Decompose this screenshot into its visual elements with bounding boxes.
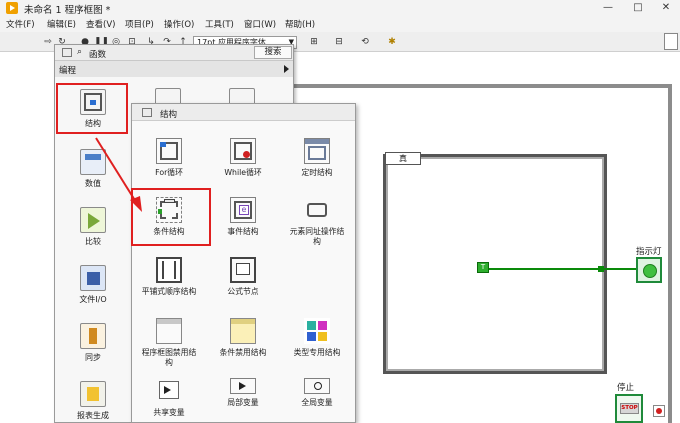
- minimize-button[interactable]: —: [594, 0, 622, 17]
- structure-item-local-variable[interactable]: 局部变量: [206, 378, 280, 408]
- context-help-icon[interactable]: [664, 33, 678, 50]
- menu-window[interactable]: 窗口(W): [244, 18, 276, 30]
- while-loop-icon: [230, 138, 256, 164]
- structure-item-shared-variable[interactable]: 共享变量: [132, 378, 206, 418]
- category-label: 编程: [59, 66, 77, 76]
- expand-arrow-icon: [284, 65, 289, 73]
- structure-item-label: 局部变量: [227, 398, 259, 407]
- local-variable-icon: [230, 378, 256, 394]
- menu-view[interactable]: 查看(V): [86, 18, 115, 30]
- stop-button-terminal[interactable]: STOP: [615, 394, 643, 423]
- window-title: 未命名 1 程序框图 *: [24, 5, 111, 16]
- structure-item-while-loop[interactable]: While循环: [206, 138, 280, 178]
- menu-project[interactable]: 项目(P): [125, 18, 154, 30]
- structure-item-label: 全局变量: [301, 398, 333, 407]
- align-objects-icon[interactable]: ⊞: [306, 36, 322, 48]
- category-programming[interactable]: 编程: [55, 61, 293, 77]
- labview-app-icon: [6, 2, 18, 14]
- synchronization-icon: [80, 323, 106, 349]
- event-structure-icon: e: [230, 197, 256, 223]
- functions-palette-header: ⌕ 函数 搜索: [55, 45, 293, 61]
- boolean-wire[interactable]: [489, 268, 637, 270]
- maximize-button[interactable]: □: [624, 0, 652, 17]
- run-arrow-icon[interactable]: ⇨: [42, 36, 54, 48]
- palette-item-label: 报表生成: [77, 411, 109, 420]
- loop-condition-terminal[interactable]: [653, 405, 665, 417]
- structure-item-formula-node[interactable]: 公式节点: [206, 257, 280, 297]
- palette-item-label: 同步: [85, 353, 101, 362]
- structure-item-global-variable[interactable]: 全局变量: [280, 378, 354, 408]
- global-variable-icon: [304, 378, 330, 394]
- stop-label: 停止: [617, 383, 635, 393]
- report-generation-icon: [80, 381, 106, 407]
- type-specialization-icon: [304, 318, 330, 344]
- distribute-objects-icon[interactable]: ⊟: [331, 36, 347, 48]
- search-button[interactable]: 搜索: [254, 46, 292, 59]
- structure-item-label: 定时结构: [301, 168, 333, 177]
- structure-item-label: 平铺式顺序结构: [141, 287, 197, 296]
- close-button[interactable]: ✕: [652, 0, 680, 17]
- diagram-disable-icon: [156, 318, 182, 344]
- timed-structure-icon: [304, 138, 330, 164]
- led-indicator-icon[interactable]: [636, 257, 662, 283]
- search-icon: ⌕: [77, 47, 83, 57]
- menu-bar: 文件(F) 编辑(E) 查看(V) 项目(P) 操作(O) 工具(T) 窗口(W…: [0, 17, 680, 32]
- menu-edit[interactable]: 编辑(E): [47, 18, 76, 30]
- structures-subpalette-header: 结构: [132, 104, 355, 121]
- palette-item-file-io[interactable]: 文件I/O: [63, 265, 123, 305]
- case-tunnel[interactable]: [598, 266, 604, 272]
- shared-variable-icon: [156, 378, 182, 404]
- structure-item-label: 程序框图禁用结构: [141, 348, 197, 367]
- structures-subpalette-title: 结构: [160, 110, 178, 120]
- structure-item-type-specialization[interactable]: 类型专用结构: [280, 318, 354, 358]
- structure-item-label: 元素同址操作结构: [289, 227, 345, 246]
- pin-icon[interactable]: [142, 108, 152, 117]
- menu-tools[interactable]: 工具(T): [205, 18, 234, 30]
- palette-item-label: 比较: [85, 237, 101, 246]
- structure-item-flat-sequence[interactable]: 平铺式顺序结构: [132, 257, 206, 297]
- indicator-label: 指示灯: [636, 247, 662, 257]
- flat-sequence-icon: [156, 257, 182, 283]
- structure-item-label: 公式节点: [227, 287, 259, 296]
- structure-item-timed-structure[interactable]: 定时结构: [280, 138, 354, 178]
- cleanup-diagram-icon[interactable]: ✱: [384, 36, 400, 48]
- palette-item-synchronization[interactable]: 同步: [63, 323, 123, 363]
- structure-item-label: 条件禁用结构: [219, 348, 267, 357]
- structure-item-in-place-element[interactable]: 元素同址操作结构: [280, 197, 354, 247]
- case-structure-frame[interactable]: [383, 154, 607, 374]
- structures-subpalette: 结构 For循环 While循环 定时结构 条件结构 e 事件结构 元素同址操作…: [131, 103, 356, 423]
- structure-item-label: 事件结构: [227, 227, 259, 236]
- in-place-element-icon: [304, 197, 330, 223]
- stop-button-text: STOP: [620, 403, 639, 414]
- formula-node-icon: [230, 257, 256, 283]
- highlight-structures-item: [56, 83, 128, 134]
- structure-item-label: While循环: [224, 168, 262, 177]
- title-bar: 未命名 1 程序框图 * — □ ✕: [0, 0, 680, 17]
- structure-item-label: 共享变量: [153, 408, 185, 417]
- menu-file[interactable]: 文件(F): [6, 18, 35, 30]
- structure-item-diagram-disable[interactable]: 程序框图禁用结构: [132, 318, 206, 368]
- file-io-icon: [80, 265, 106, 291]
- structure-item-event-structure[interactable]: e 事件结构: [206, 197, 280, 237]
- arrow-icon: [95, 137, 142, 212]
- reorder-icon[interactable]: ⟲: [357, 36, 373, 48]
- palette-item-report-generation[interactable]: 报表生成: [63, 381, 123, 421]
- pin-icon[interactable]: [62, 48, 72, 57]
- for-loop-icon: [156, 138, 182, 164]
- menu-operate[interactable]: 操作(O): [164, 18, 194, 30]
- structure-item-conditional-disable[interactable]: 条件禁用结构: [206, 318, 280, 358]
- structure-item-label: 类型专用结构: [293, 348, 341, 357]
- case-selector[interactable]: 真: [385, 152, 421, 165]
- functions-palette-title: 函数: [89, 50, 107, 60]
- conditional-disable-icon: [230, 318, 256, 344]
- case-selector-value: 真: [399, 154, 407, 163]
- menu-help[interactable]: 帮助(H): [285, 18, 315, 30]
- palette-item-label: 文件I/O: [79, 295, 107, 304]
- boolean-constant[interactable]: T: [477, 262, 489, 273]
